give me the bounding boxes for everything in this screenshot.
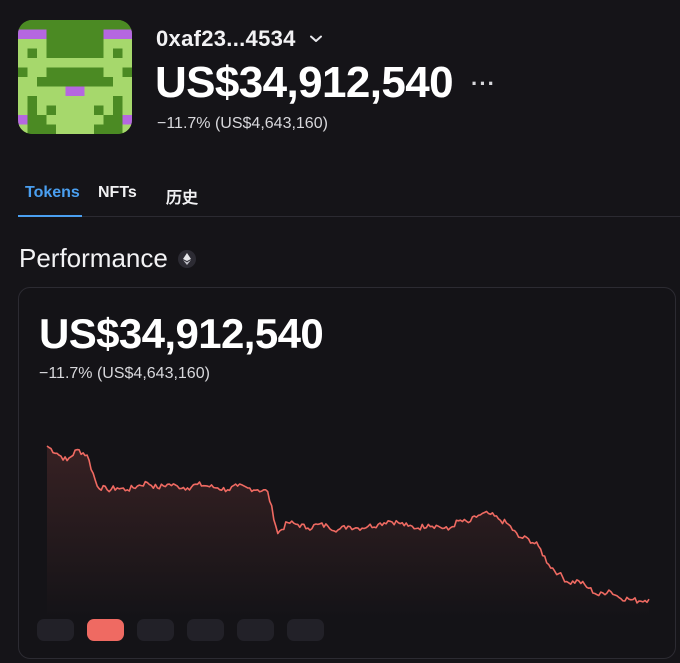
performance-card: US$34,912,540 −11.7% (US$4,643,160) [18,287,676,659]
chart-point [226,488,230,492]
chart-point [356,526,360,530]
chart-point [406,524,410,528]
range-button-2[interactable] [87,619,124,641]
range-button-4[interactable] [187,619,224,641]
chart-point [637,599,641,603]
range-button-1[interactable] [37,619,74,641]
chart-point [386,519,390,523]
chart-point [85,453,89,457]
chart-point [466,521,470,525]
chart-point [336,528,340,532]
chart-point [456,519,460,523]
chart-point [216,486,220,490]
chart-point [326,524,330,528]
chart-point [186,486,190,490]
chart-point [75,448,79,452]
chart-point [366,524,370,528]
chart-point [155,486,159,490]
chart-point [647,597,651,601]
tab-bar: Tokens NFTs 历史 [18,176,680,217]
chart-point [607,588,611,592]
chart-point [547,563,551,567]
chart-point [206,484,210,488]
performance-header: Performance [19,243,196,274]
chart-point [105,488,109,492]
chart-point [567,581,571,585]
total-balance: US$34,912,540 [155,58,454,107]
chart-point [627,597,631,601]
chart-point [557,572,561,576]
chart-point [597,594,601,598]
chart-point [316,522,320,526]
chart-point [125,488,129,492]
chart-point [306,526,310,530]
account-avatar [18,20,132,134]
chart-point [95,484,99,488]
tab-history[interactable]: 历史 [166,184,198,208]
chart-point [396,521,400,525]
chart-point [487,512,491,516]
chart-point [587,586,591,590]
tab-nfts[interactable]: NFTs [98,184,137,202]
chart-point [115,486,119,490]
range-button-5[interactable] [237,619,274,641]
chart-point [145,481,149,485]
chart-point [45,444,49,448]
chart-point [497,517,501,521]
active-tab-indicator [18,215,82,217]
avatar-image [18,20,132,134]
chart-area-fill [47,446,649,618]
chart-point [426,522,430,526]
chart-point [577,579,581,583]
chart-point [65,459,69,463]
range-button-3[interactable] [137,619,174,641]
chart-point [617,595,621,599]
chart-point [246,486,250,490]
chart-point [55,451,59,455]
performance-title: Performance [19,243,168,273]
total-balance-row: US$34,912,540 ··· [155,58,496,108]
chart-point [256,488,260,492]
chart-point [507,522,511,526]
chart-point [446,528,450,532]
ethereum-icon[interactable] [177,249,196,268]
chart-point [537,544,541,548]
chart-point [286,521,290,525]
chart-point [476,513,480,517]
chart-point [236,484,240,488]
performance-chart[interactable] [19,288,675,658]
chart-point [346,524,350,528]
range-button-6[interactable] [287,619,324,641]
time-range-selector [37,619,324,641]
chart-point [165,482,169,486]
chart-point [276,532,280,536]
chart-point [416,526,420,530]
chart-point [436,524,440,528]
chart-point [175,484,179,488]
chart-point [196,482,200,486]
chart-point [527,537,531,541]
more-icon[interactable]: ··· [471,60,496,106]
tab-tokens[interactable]: Tokens [25,184,80,202]
balance-change: −11.7% (US$4,643,160) [157,115,328,132]
chart-point [517,535,521,539]
chart-point [266,490,270,494]
chart-point [376,522,380,526]
chevron-down-icon[interactable] [309,35,322,43]
account-name[interactable]: 0xaf23...4534 [156,26,296,52]
chart-point [296,522,300,526]
chart-point [135,484,139,488]
account-selector[interactable]: 0xaf23...4534 [156,26,322,52]
